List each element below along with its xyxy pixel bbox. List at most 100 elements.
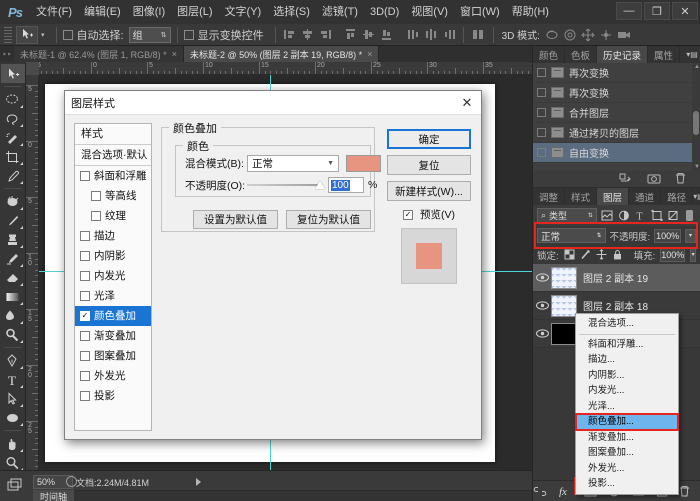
scroll-up-icon[interactable]: ▲	[694, 64, 700, 70]
filter-toggle-switch[interactable]	[684, 209, 697, 223]
layers-tab-2[interactable]: 图层	[597, 188, 630, 205]
status-menu-arrow-icon[interactable]	[196, 478, 201, 486]
history-item[interactable]: 通过拷贝的图层	[533, 123, 700, 143]
auto-select-checkbox[interactable]	[62, 29, 73, 40]
align-horizontal-centers-icon[interactable]	[300, 27, 315, 42]
layers-panel-menu-icon[interactable]: ▾▤	[693, 188, 700, 205]
panel-menu-icon[interactable]: ▾▤	[684, 46, 700, 63]
add-layer-style-button[interactable]: fx	[558, 485, 573, 497]
context-menu-item-9[interactable]: 外发光...	[576, 461, 678, 477]
pan-3d-icon[interactable]	[581, 27, 596, 42]
pen-tool[interactable]	[1, 351, 25, 370]
spot-healing-brush-tool[interactable]	[1, 192, 25, 211]
ok-button[interactable]: 确定	[387, 129, 471, 149]
blur-tool[interactable]	[1, 306, 25, 325]
lock-position-icon[interactable]	[596, 248, 607, 262]
preview-row[interactable]: ✓ 预览(V)	[387, 207, 471, 222]
menu-item-9[interactable]: 窗口(W)	[454, 0, 506, 24]
style-list-item-9[interactable]: 图案叠加	[75, 346, 151, 366]
link-layers-icon[interactable]	[533, 486, 547, 497]
menu-item-2[interactable]: 图像(I)	[127, 0, 171, 24]
filter-pixel-icon[interactable]	[601, 209, 614, 223]
style-item-checkbox[interactable]	[91, 191, 101, 201]
path-selection-tool[interactable]	[1, 389, 25, 408]
style-list-item-6[interactable]: 光泽	[75, 286, 151, 306]
opacity-slider[interactable]	[247, 178, 325, 192]
layers-tab-4[interactable]: 路径	[661, 188, 694, 205]
eyedropper-tool[interactable]	[1, 166, 25, 185]
filter-adjustment-icon[interactable]	[617, 209, 630, 223]
filter-smart-object-icon[interactable]	[667, 209, 680, 223]
roll-3d-icon[interactable]	[563, 27, 578, 42]
distribute-spacing-icon[interactable]	[470, 27, 487, 42]
style-item-checkbox[interactable]	[80, 251, 90, 261]
history-snapshot-checkbox[interactable]	[537, 68, 546, 77]
auto-select-dropdown[interactable]: 组 ⇅	[128, 26, 171, 43]
layer-filter-type-dropdown[interactable]: ⌕ 类型 ⇅	[537, 208, 597, 223]
history-item[interactable]: 合并图层	[533, 103, 700, 123]
distribute-right-icon[interactable]	[442, 27, 457, 42]
style-list-item-5[interactable]: 内发光	[75, 266, 151, 286]
scroll-down-icon[interactable]: ▼	[694, 164, 700, 170]
style-item-checkbox[interactable]	[80, 171, 90, 181]
context-menu-item-2[interactable]: 描边...	[576, 352, 678, 368]
document-tab-1[interactable]: 未标题-2 @ 50% (图层 2 副本 19, RGB/8) * ×	[183, 46, 380, 62]
create-snapshot-icon[interactable]	[647, 172, 661, 187]
overlay-color-swatch[interactable]	[346, 155, 381, 172]
dodge-tool[interactable]	[1, 325, 25, 344]
style-item-checkbox[interactable]	[80, 371, 90, 381]
layers-tab-0[interactable]: 调整	[533, 188, 566, 205]
history-brush-tool[interactable]	[1, 249, 25, 268]
new-style-button[interactable]: 新建样式(W)...	[387, 181, 471, 201]
style-list-item-2[interactable]: 纹理	[75, 206, 151, 226]
menu-item-7[interactable]: 3D(D)	[364, 0, 405, 24]
lock-image-pixels-icon[interactable]	[580, 248, 591, 262]
style-item-checkbox[interactable]	[80, 351, 90, 361]
menu-item-5[interactable]: 选择(S)	[267, 0, 316, 24]
minimize-button[interactable]: —	[616, 2, 642, 20]
crop-tool[interactable]	[1, 147, 25, 166]
clone-stamp-tool[interactable]	[1, 230, 25, 249]
marquee-tool[interactable]	[1, 90, 25, 109]
history-snapshot-checkbox[interactable]	[537, 148, 546, 157]
style-list-item-8[interactable]: 渐变叠加	[75, 326, 151, 346]
hand-tool[interactable]	[1, 434, 25, 453]
style-item-checkbox[interactable]	[80, 231, 90, 241]
layer-blend-mode-dropdown[interactable]: 正常 ⇅	[537, 228, 606, 243]
opacity-stepper[interactable]: ▾	[685, 228, 696, 243]
history-snapshot-checkbox[interactable]	[537, 128, 546, 137]
panel-tab-1[interactable]: 色板	[565, 46, 598, 63]
tab-timeline[interactable]: 时间轴	[33, 490, 75, 501]
tab-bar-grip[interactable]: ‣‣	[0, 46, 14, 62]
options-bar-grip[interactable]	[4, 26, 12, 43]
panel-tab-0[interactable]: 颜色	[533, 46, 566, 63]
vertical-ruler[interactable]: 5051015202530	[26, 75, 39, 470]
context-menu-item-8[interactable]: 图案叠加...	[576, 445, 678, 461]
gradient-tool[interactable]	[1, 287, 25, 306]
move-tool[interactable]	[0, 64, 25, 83]
horizontal-ruler[interactable]: 50510152025303540	[26, 62, 532, 75]
lock-all-icon[interactable]	[612, 248, 623, 262]
distribute-center-icon[interactable]	[424, 27, 439, 42]
delete-layer-icon[interactable]	[679, 485, 690, 497]
eye-icon[interactable]	[533, 301, 551, 310]
context-menu-item-4[interactable]: 内发光...	[576, 383, 678, 399]
align-vertical-centers-icon[interactable]	[361, 27, 376, 42]
fill-value-field[interactable]: 100%	[660, 247, 686, 262]
style-list-item-0[interactable]: 斜面和浮雕	[75, 166, 151, 186]
document-tab-0[interactable]: 未标题-1 @ 62.4% (图层 1, RGB/8) * ×	[14, 46, 184, 62]
align-top-edges-icon[interactable]	[343, 27, 358, 42]
eye-icon[interactable]	[533, 273, 551, 282]
style-list-item-1[interactable]: 等高线	[75, 186, 151, 206]
blend-mode-dropdown[interactable]: 正常 ▼	[247, 155, 339, 172]
layer-row[interactable]: 图层 2 副本 19	[533, 264, 700, 292]
style-item-checkbox[interactable]	[80, 291, 90, 301]
show-transform-checkbox[interactable]	[183, 29, 194, 40]
history-item[interactable]: 再次变换	[533, 63, 700, 83]
maximize-button[interactable]: ❐	[644, 2, 670, 20]
slider-knob[interactable]	[315, 181, 325, 189]
context-menu-item-7[interactable]: 渐变叠加...	[576, 430, 678, 446]
context-menu-item-5[interactable]: 光泽...	[576, 399, 678, 415]
layer-thumbnail[interactable]	[551, 322, 577, 345]
scrollbar-thumb[interactable]	[693, 111, 699, 135]
